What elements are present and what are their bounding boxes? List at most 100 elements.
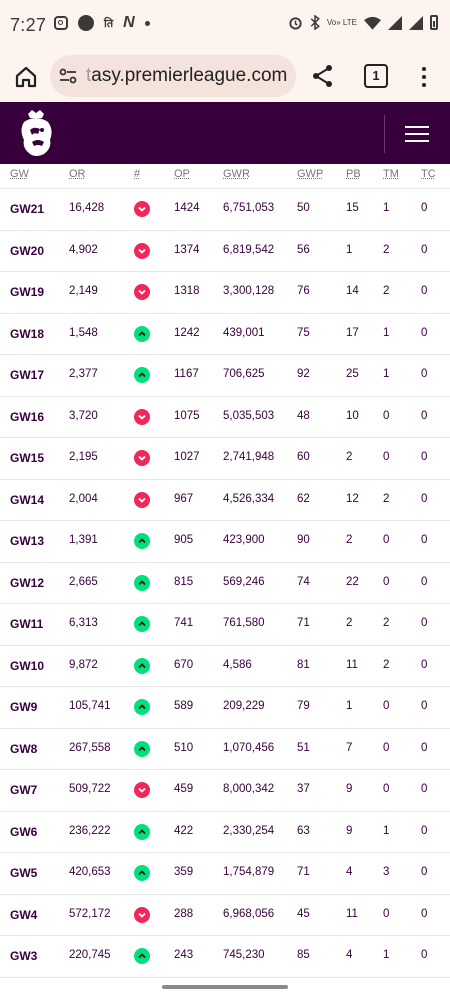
gameweek-rank-cell: 4,526,334: [223, 492, 275, 505]
transfers-made-cell: 1: [383, 202, 390, 214]
gameweek-cell[interactable]: GW5: [10, 866, 37, 880]
gameweek-cell[interactable]: GW9: [10, 700, 37, 714]
instagram-icon: [54, 16, 68, 30]
gameweek-points-cell: 45: [297, 907, 310, 920]
transfers-made-cell: 3: [383, 866, 390, 878]
table-row: GW12 2,665 815 569,246 74 22 0 0: [0, 563, 450, 604]
overall-points-cell: 288: [174, 907, 194, 920]
overflow-menu-icon[interactable]: [420, 64, 428, 90]
overall-rank-cell: 2,149: [69, 285, 98, 297]
points-on-bench-cell: 14: [346, 285, 359, 297]
overall-rank-cell: 267,558: [69, 741, 111, 754]
header-op[interactable]: OP: [174, 168, 190, 180]
overall-rank-cell: 2,195: [69, 451, 98, 463]
chevron-down-icon: [134, 782, 150, 798]
header-gwp[interactable]: GWP: [297, 168, 323, 180]
gameweek-cell[interactable]: GW8: [10, 742, 37, 756]
header-pb[interactable]: PB: [346, 168, 361, 180]
header-tm[interactable]: TM: [383, 168, 399, 180]
transfer-cost-cell: 0: [421, 368, 428, 380]
chevron-down-icon: [134, 450, 150, 466]
gameweek-cell[interactable]: GW7: [10, 783, 37, 797]
overall-points-cell: 1424: [174, 202, 200, 214]
table-row: GW20 4,902 1374 6,819,542 56 1 2 0: [0, 231, 450, 272]
chevron-down-icon: [134, 242, 150, 259]
gameweek-rank-cell: 745,230: [223, 949, 265, 961]
points-on-bench-cell: 4: [346, 866, 353, 878]
notification-icons: ति N: [54, 14, 150, 32]
gameweek-points-cell: 71: [297, 866, 310, 878]
url-text[interactable]: tasy.premierleague.com: [86, 65, 292, 87]
address-bar[interactable]: tasy.premierleague.com: [50, 55, 296, 97]
header-or[interactable]: OR: [69, 168, 86, 180]
gameweek-rank-cell: 439,001: [223, 326, 265, 339]
overall-points-cell: 670: [174, 658, 194, 671]
gameweek-cell[interactable]: GW10: [10, 659, 44, 673]
transfer-cost-cell: 0: [421, 451, 428, 463]
transfers-made-cell: 0: [383, 409, 390, 422]
transfer-cost-cell: 0: [421, 617, 428, 629]
chevron-down-icon: [134, 201, 150, 217]
overall-rank-cell: 1,548: [69, 326, 98, 339]
table-row: GW7 509,722 459 8,000,342 37 9 0 0: [0, 770, 450, 812]
gameweek-cell[interactable]: GW19: [10, 285, 44, 299]
gameweek-rank-cell: 209,229: [223, 700, 265, 712]
overall-points-cell: 359: [174, 866, 194, 878]
overall-rank-cell: 6,313: [69, 617, 98, 629]
gameweek-cell[interactable]: GW18: [10, 327, 44, 341]
gameweek-cell[interactable]: GW15: [10, 451, 44, 465]
gameweek-cell[interactable]: GW12: [10, 576, 44, 590]
gameweek-cell[interactable]: GW4: [10, 908, 37, 922]
points-on-bench-cell: 10: [346, 409, 359, 422]
overall-points-cell: 1167: [174, 368, 199, 380]
header-movement[interactable]: #: [134, 168, 140, 180]
transfer-cost-cell: 0: [421, 243, 428, 256]
gameweek-cell[interactable]: GW20: [10, 244, 44, 258]
header-tc[interactable]: TC: [421, 168, 436, 180]
site-header: [0, 102, 450, 164]
transfer-cost-cell: 0: [421, 326, 428, 339]
transfers-made-cell: 1: [383, 824, 390, 837]
table-row: GW6 236,222 422 2,330,254 63 9 1 0: [0, 812, 450, 853]
chevron-up-icon: [134, 533, 150, 549]
table-row: GW5 420,653 359 1,754,879 71 4 3 0: [0, 853, 450, 895]
gameweek-cell[interactable]: GW6: [10, 825, 37, 839]
overall-rank-cell: 236,222: [69, 824, 111, 837]
gameweek-cell[interactable]: GW21: [10, 202, 44, 216]
chevron-up-icon: [134, 948, 150, 964]
gameweek-points-cell: 92: [297, 368, 310, 380]
gameweek-cell[interactable]: GW17: [10, 368, 44, 382]
transfer-cost-cell: 0: [421, 575, 428, 588]
gameweek-rank-cell: 6,968,056: [223, 907, 275, 920]
header-gw[interactable]: GW: [10, 168, 29, 180]
hamburger-menu-icon[interactable]: [405, 126, 429, 142]
transfer-cost-cell: 0: [421, 409, 428, 422]
gameweek-rank-cell: 6,751,053: [223, 202, 275, 214]
gameweek-history-table: GW OR # OP GWR GWP PB TM TC GW21 16,428 14…: [0, 164, 450, 978]
gameweek-cell[interactable]: GW13: [10, 534, 44, 548]
chevron-up-icon: [134, 865, 150, 881]
gameweek-cell[interactable]: GW3: [10, 949, 37, 963]
gameweek-rank-cell: 1,754,879: [223, 866, 275, 878]
table-body: GW21 16,428 1424 6,751,053 50 15 1 0 GW20 4,902 13…: [0, 189, 450, 978]
browser-toolbar: tasy.premierleague.com 1: [0, 52, 450, 102]
points-on-bench-cell: 2: [346, 534, 353, 546]
gameweek-cell[interactable]: GW11: [10, 617, 43, 631]
transfer-cost-cell: 0: [421, 949, 428, 961]
overall-points-cell: 1318: [174, 285, 200, 297]
gameweek-cell[interactable]: GW16: [10, 410, 44, 424]
gameweek-rank-cell: 4,586: [223, 658, 252, 671]
points-on-bench-cell: 22: [346, 575, 359, 588]
share-icon[interactable]: [310, 63, 336, 89]
home-icon[interactable]: [13, 64, 39, 90]
chevron-up-icon: [134, 699, 150, 715]
overall-points-cell: 243: [174, 949, 194, 961]
volte-icon: Vo» LTE: [326, 17, 357, 27]
premier-league-logo[interactable]: [14, 108, 58, 160]
gesture-nav-bar[interactable]: [162, 985, 288, 989]
gameweek-cell[interactable]: GW14: [10, 493, 44, 507]
tab-switcher-button[interactable]: 1: [364, 64, 388, 88]
more-notifications-icon: [144, 20, 150, 26]
site-settings-icon[interactable]: [58, 66, 78, 86]
header-gwr[interactable]: GWR: [223, 168, 250, 180]
